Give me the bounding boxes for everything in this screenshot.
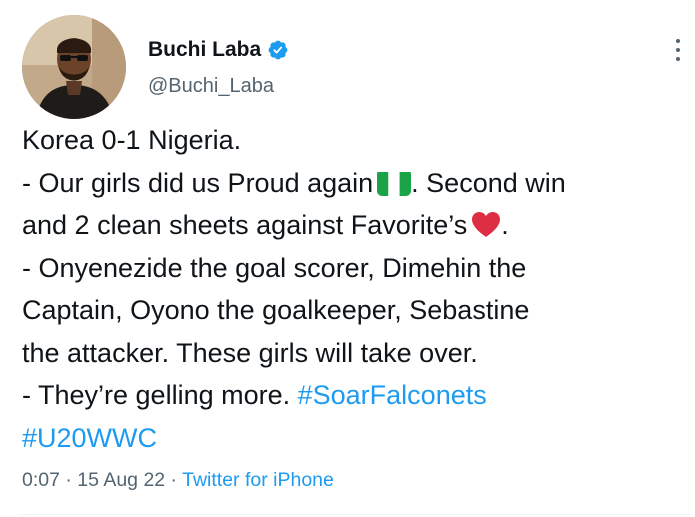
tweet-text-segment: - They’re gelling more. bbox=[22, 380, 298, 410]
tweet-time[interactable]: 0:07 bbox=[22, 469, 60, 491]
author-display-name[interactable]: Buchi Laba bbox=[148, 36, 261, 64]
meta-separator: · bbox=[165, 469, 183, 491]
tweet-line: - Our girls did us Proud again . Second w… bbox=[22, 162, 690, 205]
red-heart-icon bbox=[471, 208, 501, 237]
tweet-line: #U20WWC bbox=[22, 417, 690, 460]
tweet-line: and 2 clean sheets against Favorite’s. bbox=[22, 204, 690, 247]
tweet-line: Captain, Oyono the goalkeeper, Sebastine bbox=[22, 289, 690, 332]
meta-separator: · bbox=[59, 469, 78, 491]
tweet-line: Korea 0-1 Nigeria. bbox=[22, 119, 690, 162]
divider bbox=[22, 514, 690, 515]
author-name-row[interactable]: Buchi Laba bbox=[148, 36, 289, 64]
tweet-text-segment: . Second win bbox=[411, 167, 566, 198]
tweet-card: Buchi Laba @Buchi_Laba Korea 0-1 Nigeria… bbox=[0, 0, 695, 517]
tweet-line: - They’re gelling more. #SoarFalconets bbox=[22, 374, 690, 417]
tweet-meta: 0:07 · 15 Aug 22 · Twitter for iPhone bbox=[22, 466, 334, 494]
tweet-text-segment: the attacker. These girls will take over… bbox=[22, 337, 478, 368]
tweet-line: - Onyenezide the goal scorer, Dimehin th… bbox=[22, 247, 690, 290]
tweet-line: the attacker. These girls will take over… bbox=[22, 332, 690, 375]
verified-badge-icon bbox=[267, 39, 289, 61]
tweet-text-segment: - Onyenezide the goal scorer, Dimehin th… bbox=[22, 252, 527, 283]
hashtag-link[interactable]: #SoarFalconets bbox=[298, 380, 487, 410]
tweet-text-segment: Korea 0-1 Nigeria. bbox=[22, 125, 242, 155]
hashtag-link[interactable]: #U20WWC bbox=[22, 423, 157, 453]
tweet-text-segment: Captain, Oyono the goalkeeper, Sebastine bbox=[22, 295, 530, 325]
tweet-source-link[interactable]: Twitter for iPhone bbox=[182, 469, 334, 491]
more-options-icon[interactable] bbox=[666, 30, 690, 70]
avatar[interactable] bbox=[22, 15, 126, 119]
nigeria-flag-icon bbox=[377, 169, 412, 196]
tweet-date[interactable]: 15 Aug 22 bbox=[77, 469, 165, 491]
tweet-text-segment: . bbox=[501, 210, 509, 240]
tweet-text-segment: - Our girls did us Proud again bbox=[22, 167, 374, 198]
author-handle[interactable]: @Buchi_Laba bbox=[148, 72, 274, 100]
tweet-text-segment: and 2 clean sheets against Favorite’s bbox=[22, 210, 468, 240]
tweet-text: Korea 0-1 Nigeria. - Our girls did us Pr… bbox=[22, 119, 690, 459]
